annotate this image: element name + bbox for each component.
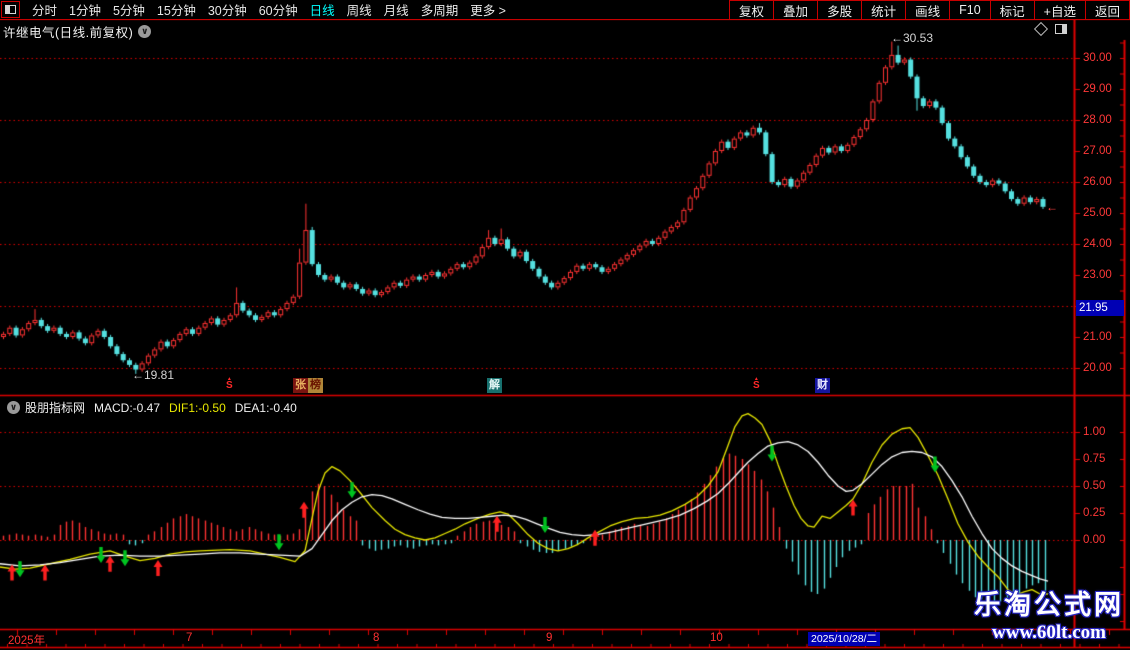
stock-title: 许继电气(日线.前复权) [3, 26, 134, 40]
menu-item-period-0[interactable]: 分时 [26, 0, 63, 19]
menu-item-period-6[interactable]: 日线 [304, 0, 341, 19]
toolbar-button-5[interactable]: F10 [949, 0, 990, 20]
ex-dividend-marker[interactable]: ▲ S [226, 377, 233, 391]
menu-item-period-2[interactable]: 5分钟 [107, 0, 151, 19]
price-axis-label: 24.00 [1083, 238, 1112, 250]
indicator-readout: DIF1:-0.50 [169, 400, 226, 415]
menu-item-period-8[interactable]: 月线 [378, 0, 415, 19]
event-badge-char: 榜 [308, 378, 323, 393]
price-annotation: ← [1046, 200, 1058, 214]
date-axis-label: 9 [546, 632, 553, 644]
date-axis-label: 10 [710, 632, 723, 644]
indicator-axis-label: 0.50 [1083, 480, 1106, 492]
toolbar-button-0[interactable]: 复权 [729, 0, 773, 20]
chart-canvas[interactable] [0, 0, 1130, 650]
panel-split-icon[interactable] [1055, 24, 1067, 34]
chart-corner-controls [1033, 21, 1067, 37]
price-axis-label: 20.00 [1083, 362, 1112, 374]
indicator-name: 股朋指标网 [25, 401, 86, 415]
date-axis-label: 8 [373, 632, 380, 644]
indicator-header: ∨ 股朋指标网 MACD:-0.47 DIF1:-0.50 DEA1:-0.40 [2, 399, 297, 416]
event-badge-char: 张 [293, 378, 308, 393]
indicator-axis-label: 0.00 [1083, 534, 1106, 546]
indicator-readout: MACD:-0.47 [94, 400, 161, 415]
price-annotation: ←30.53 [891, 31, 934, 45]
indicator-axis-label: 0.75 [1083, 453, 1106, 465]
toolbar-button-6[interactable]: 标记 [989, 0, 1034, 20]
date-badge: 2025/10/28/二 [808, 632, 880, 646]
menu-item-period-3[interactable]: 15分钟 [151, 0, 202, 19]
indicator-axis-label: 1.00 [1083, 426, 1106, 438]
toolbar-button-3[interactable]: 统计 [861, 0, 905, 20]
app-window: 分时 1分钟 5分钟 15分钟 30分钟 60分钟 日线 周线 月线 多周期 更多 > 复权 叠加 多股… [0, 0, 1130, 650]
menu-item-period-1[interactable]: 1分钟 [63, 0, 107, 19]
diamond-icon[interactable] [1033, 21, 1049, 37]
price-axis-label: 25.00 [1083, 207, 1112, 219]
price-axis-label: 27.00 [1083, 145, 1112, 157]
layout-split-icon [5, 5, 16, 14]
indicator-chevron-icon[interactable]: ∨ [7, 401, 20, 414]
last-price-badge: 21.95 [1076, 299, 1124, 316]
toolbar-right-buttons: 复权 叠加 多股 统计 画线 F10 标记 +自选 返回 [729, 0, 1130, 20]
toolbar-button-1[interactable]: 叠加 [773, 0, 817, 20]
menu-item-period-5[interactable]: 60分钟 [253, 0, 304, 19]
price-axis-label: 29.00 [1083, 83, 1112, 95]
indicator-readout: DEA1:-0.40 [234, 400, 297, 415]
top-toolbar: 分时 1分钟 5分钟 15分钟 30分钟 60分钟 日线 周线 月线 多周期 更多 > 复权 叠加 多股… [0, 0, 1130, 20]
event-badge-char: 解 [487, 378, 502, 393]
window-layout-button[interactable] [1, 1, 20, 18]
price-axis-label: 26.00 [1083, 176, 1112, 188]
event-badge[interactable]: 财 [815, 378, 830, 393]
toolbar-button-7[interactable]: +自选 [1033, 0, 1085, 20]
stock-title-row: 许继电气(日线.前复权) ∨ [3, 22, 152, 41]
menu-item-period-10[interactable]: 更多 > [464, 0, 512, 19]
ex-dividend-marker[interactable]: ▲ S [753, 377, 760, 391]
menu-item-period-9[interactable]: 多周期 [415, 0, 465, 19]
indicator-values: MACD:-0.47 DIF1:-0.50 DEA1:-0.40 [85, 401, 297, 415]
event-badge[interactable]: 解 [487, 378, 502, 393]
toolbar-button-4[interactable]: 画线 [905, 0, 949, 20]
menu-item-period-7[interactable]: 周线 [341, 0, 378, 19]
chevron-down-icon[interactable]: ∨ [138, 25, 152, 38]
period-menu: 分时 1分钟 5分钟 15分钟 30分钟 60分钟 日线 周线 月线 多周期 更多 > [26, 0, 512, 19]
date-axis-label: 2025年 [8, 635, 46, 647]
price-annotation: ←19.81 [132, 368, 175, 382]
price-axis-label: 28.00 [1083, 114, 1112, 126]
toolbar-button-2[interactable]: 多股 [817, 0, 861, 20]
event-badge-char: 财 [815, 378, 830, 393]
price-axis-label: 21.00 [1083, 331, 1112, 343]
indicator-axis-label: 0.25 [1083, 507, 1106, 519]
price-axis-label: 30.00 [1083, 52, 1112, 64]
date-axis-label: 7 [186, 632, 193, 644]
toolbar-button-8[interactable]: 返回 [1084, 0, 1129, 20]
price-axis-label: 23.00 [1083, 269, 1112, 281]
event-badge[interactable]: 张榜 [293, 378, 323, 393]
menu-item-period-4[interactable]: 30分钟 [202, 0, 253, 19]
